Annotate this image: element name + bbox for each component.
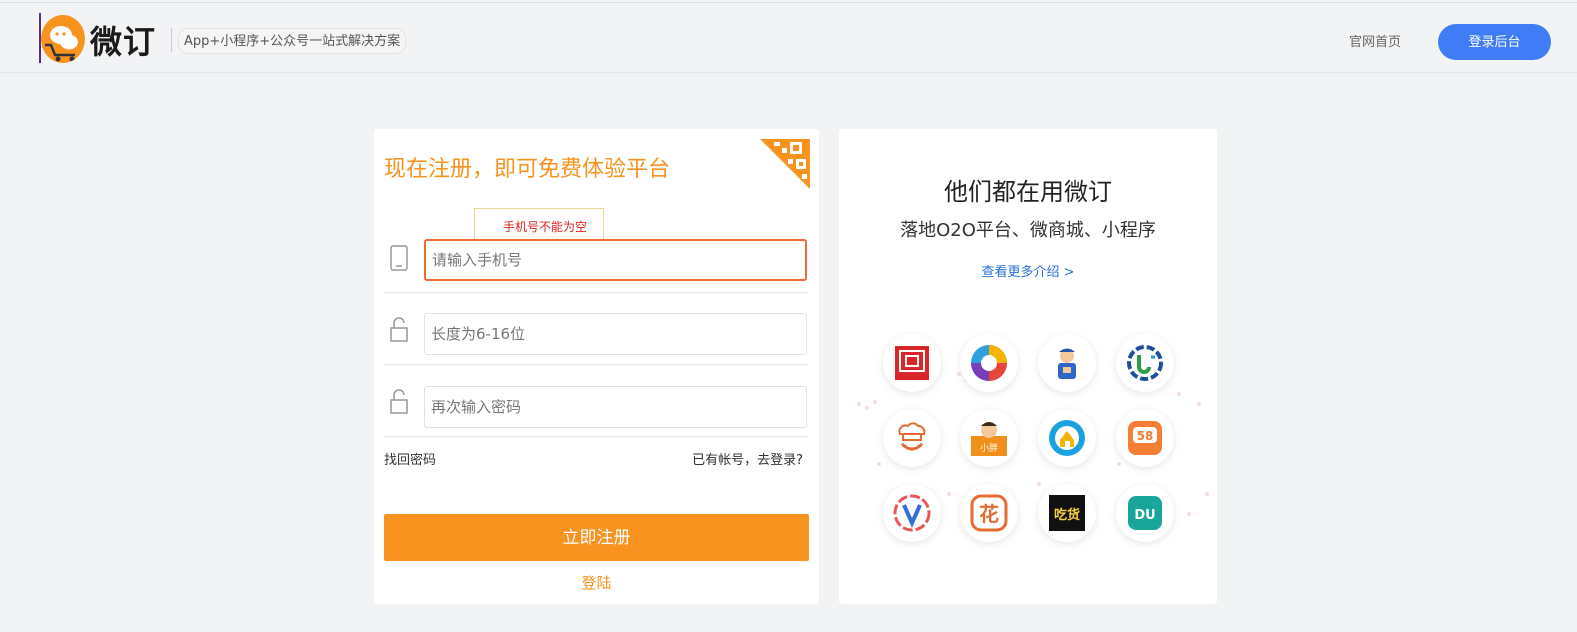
have-account-link[interactable]: 已有帐号，去登录? <box>692 449 803 468</box>
login-link[interactable]: 登陆 <box>374 572 819 593</box>
app-v-icon[interactable] <box>883 484 941 542</box>
logo-separator <box>171 28 172 52</box>
app-character-icon[interactable]: 小胖 <box>960 409 1018 467</box>
logo-cart-icon[interactable] <box>41 15 85 63</box>
phone-input[interactable] <box>424 239 807 281</box>
phone-icon <box>390 245 408 271</box>
svg-text:58: 58 <box>1137 429 1154 443</box>
svg-text:DU: DU <box>1134 508 1155 523</box>
lock-icon <box>390 389 408 414</box>
phone-row <box>384 221 809 293</box>
svg-text:吃货: 吃货 <box>1054 507 1080 523</box>
login-admin-button[interactable]: 登录后台 <box>1438 24 1551 60</box>
confirm-password-input[interactable] <box>424 386 807 428</box>
app-red-seal-icon[interactable] <box>883 334 941 392</box>
top-header: 微订 App+小程序+公众号一站式解决方案 官网首页 登录后台 <box>0 2 1577 73</box>
logo-text[interactable]: 微订 <box>90 17 156 63</box>
app-flower-icon[interactable]: 花 <box>960 484 1018 542</box>
app-delivery-man-icon[interactable] <box>1038 334 1096 392</box>
lock-icon <box>390 317 408 342</box>
svg-text:花: 花 <box>979 502 999 526</box>
nav-home-link[interactable]: 官网首页 <box>1349 31 1401 50</box>
app-foodie-icon[interactable]: 吃货 <box>1038 484 1096 542</box>
app-blue-house-icon[interactable] <box>1038 409 1096 467</box>
confirm-password-row <box>384 365 809 437</box>
register-submit-button[interactable]: 立即注册 <box>384 514 809 561</box>
app-58-icon[interactable]: 58 <box>1116 409 1174 467</box>
password-input[interactable] <box>424 313 807 355</box>
app-blue-ring-icon[interactable] <box>1116 334 1174 392</box>
qr-code-icon[interactable] <box>760 139 810 189</box>
app-chef-icon[interactable] <box>883 409 941 467</box>
app-du-icon[interactable]: DU <box>1116 484 1174 542</box>
showcase-subtitle: 落地O2O平台、微商城、小程序 <box>900 220 1156 241</box>
forgot-password-link[interactable]: 找回密码 <box>384 449 436 468</box>
app-aperture-icon[interactable] <box>960 334 1018 392</box>
register-card: 现在注册，即可免费体验平台 手机号不能为空 请输入手机号 找回密码 已有帐号，去… <box>374 129 819 604</box>
see-more-link[interactable]: 查看更多介绍 > <box>839 261 1217 280</box>
showcase-title: 他们都在用微订 <box>944 178 1112 206</box>
register-title: 现在注册，即可免费体验平台 <box>384 157 671 182</box>
password-row <box>384 293 809 365</box>
showcase-card: 他们都在用微订 落地O2O平台、微商城、小程序 查看更多介绍 > 小胖 58 花… <box>839 129 1217 604</box>
svg-text:小胖: 小胖 <box>980 443 998 454</box>
slogan-badge: App+小程序+公众号一站式解决方案 <box>178 28 407 54</box>
